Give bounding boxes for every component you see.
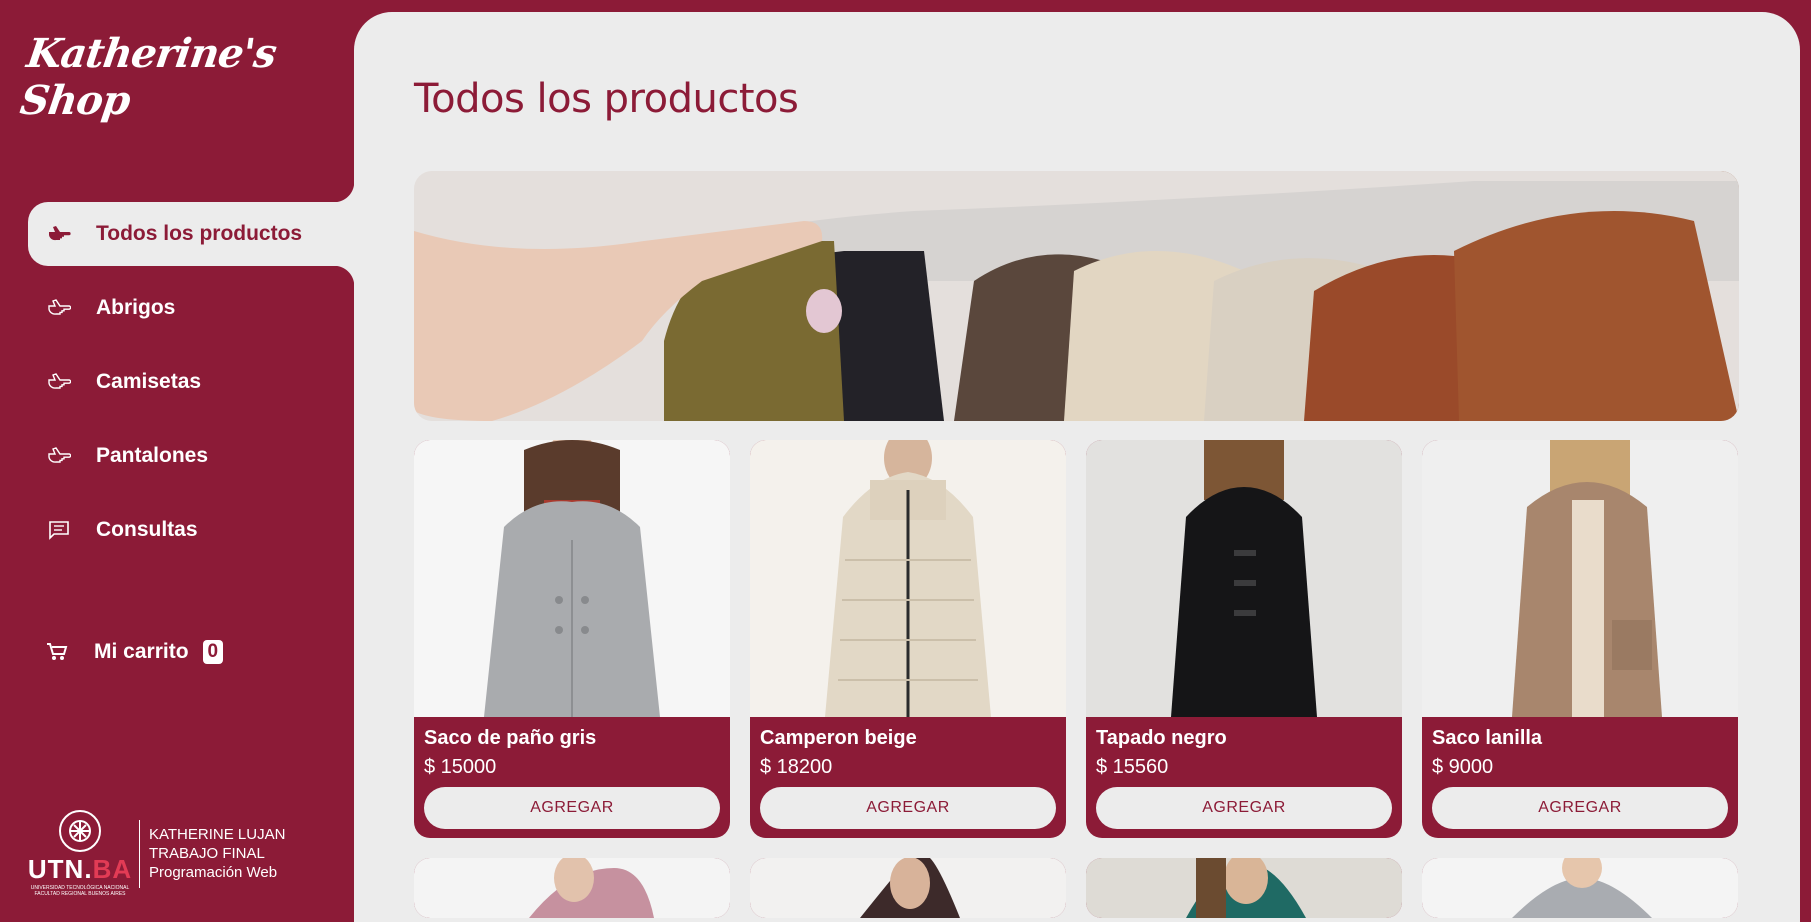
footer-credits: UTN.BA UNIVERSIDAD TECNOLÓGICA NACIONAL … (27, 810, 285, 897)
chat-icon (46, 517, 72, 543)
sidebar-item-consultas[interactable]: Consultas (28, 498, 354, 562)
product-card (1422, 858, 1738, 918)
shop-logo[interactable]: Katherine's Shop (17, 30, 360, 124)
product-photo[interactable] (1086, 858, 1402, 918)
cart-link[interactable]: Mi carrito 0 (46, 640, 224, 664)
product-card (750, 858, 1066, 918)
product-name: Saco de paño gris (424, 727, 597, 749)
product-name: Tapado negro (1096, 727, 1227, 749)
product-name: Saco lanilla (1432, 727, 1543, 749)
sidebar-item-label: Consultas (96, 518, 198, 541)
product-photo[interactable] (1422, 858, 1738, 918)
product-photo[interactable] (414, 440, 730, 717)
project-type: TRABAJO FINAL (149, 845, 265, 862)
main-panel: Todos los productos Saco de paño gris $ … (354, 12, 1800, 922)
sidebar-item-pantalones[interactable]: Pantalones (28, 424, 354, 488)
sidebar-item-label: Abrigos (96, 296, 176, 319)
footer-divider (139, 819, 140, 888)
product-photo[interactable] (414, 858, 730, 918)
product-price: $ 15560 (1096, 756, 1169, 778)
sidebar-item-label: Todos los productos (96, 222, 303, 245)
product-photo[interactable] (1422, 440, 1738, 717)
product-card: Camperon beige $ 18200 AGREGAR (750, 440, 1066, 838)
product-price: $ 18200 (760, 756, 833, 778)
sidebar-item-abrigos[interactable]: Abrigos (28, 276, 354, 340)
product-price: $ 9000 (1432, 756, 1494, 778)
product-photo[interactable] (750, 440, 1066, 717)
add-to-cart-button[interactable]: AGREGAR (1096, 787, 1392, 829)
cart-label: Mi carrito (94, 640, 189, 663)
hand-pointing-icon (46, 295, 72, 321)
product-card: Saco de paño gris $ 15000 AGREGAR (414, 440, 730, 838)
hand-pointing-icon (46, 443, 72, 469)
hand-pointing-icon (46, 221, 72, 247)
footer-info: KATHERINE LUJAN TRABAJO FINAL Programaci… (149, 825, 285, 882)
utn-wordmark: UTN.BA (27, 854, 133, 884)
add-to-cart-button[interactable]: AGREGAR (1432, 787, 1728, 829)
hand-pointing-icon (46, 369, 72, 395)
cart-count-badge: 0 (202, 640, 224, 664)
product-photo[interactable] (750, 858, 1066, 918)
page-title: Todos los productos (414, 76, 799, 122)
cart-icon (46, 642, 70, 662)
sidebar: Katherine's Shop Todos los productos Abr… (0, 0, 354, 922)
product-card (1086, 858, 1402, 918)
sidebar-item-todos-los-productos[interactable]: Todos los productos (28, 182, 354, 286)
product-card: Saco lanilla $ 9000 AGREGAR (1422, 440, 1738, 838)
sidebar-item-label: Camisetas (96, 370, 202, 393)
sidebar-item-camisetas[interactable]: Camisetas (28, 350, 354, 414)
product-card: Tapado negro $ 15560 AGREGAR (1086, 440, 1402, 838)
author-name: KATHERINE LUJAN (149, 826, 286, 843)
sidebar-nav: Todos los productos Abrigos Camisetas Pa… (28, 182, 354, 572)
course-name: Programación Web (149, 864, 278, 881)
add-to-cart-button[interactable]: AGREGAR (424, 787, 720, 829)
sidebar-item-label: Pantalones (96, 444, 209, 467)
utn-subtitle: UNIVERSIDAD TECNOLÓGICA NACIONAL FACULTA… (30, 885, 130, 897)
utn-logo: UTN.BA UNIVERSIDAD TECNOLÓGICA NACIONAL … (27, 810, 133, 897)
add-to-cart-button[interactable]: AGREGAR (760, 787, 1056, 829)
product-grid: Saco de paño gris $ 15000 AGREGAR Camper… (414, 440, 1739, 918)
product-photo[interactable] (1086, 440, 1402, 717)
product-price: $ 15000 (424, 756, 497, 778)
banner-clothing-rack-image (414, 171, 1739, 421)
product-name: Camperon beige (760, 727, 917, 749)
hero-banner (414, 171, 1739, 421)
product-card (414, 858, 730, 918)
utn-emblem-icon (59, 810, 101, 852)
